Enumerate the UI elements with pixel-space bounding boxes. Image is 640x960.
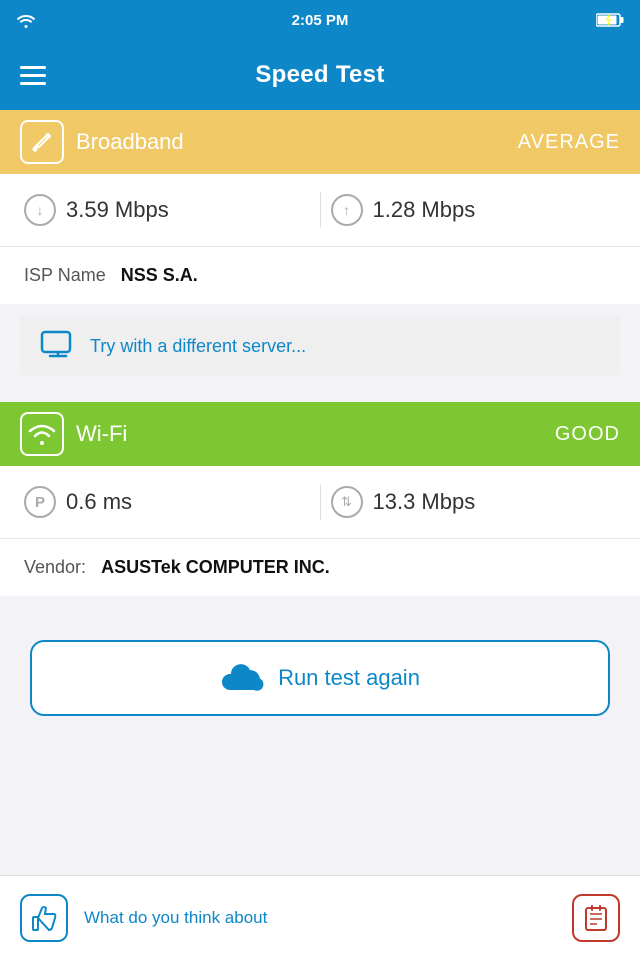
broadband-section-header: Broadband AVERAGE: [0, 110, 640, 174]
cloud-icon: [220, 662, 264, 694]
stat-separator: [320, 192, 321, 228]
page-title: Speed Test: [255, 61, 384, 89]
wifi-section-left: Wi-Fi: [20, 412, 127, 456]
broadband-badge: AVERAGE: [518, 131, 620, 154]
thumbs-up-button[interactable]: [20, 894, 68, 942]
feedback-text: What do you think about: [84, 908, 556, 928]
section-spacer-2: [0, 596, 640, 616]
status-right: [596, 13, 624, 27]
wifi-section-icon: [27, 421, 57, 447]
feedback-bar: What do you think about: [0, 875, 640, 960]
broadband-icon-box: [20, 120, 64, 164]
wifi-icon-box: [20, 412, 64, 456]
wifi-label: Wi-Fi: [76, 421, 127, 447]
notepad-icon: [582, 904, 610, 932]
thumbsup-icon: [30, 904, 58, 932]
vendor-label: Vendor:: [24, 557, 86, 577]
broadband-section-left: Broadband: [20, 120, 184, 164]
status-left: [16, 12, 36, 28]
broadband-isp-row: ISP Name NSS S.A.: [0, 246, 640, 304]
upload-icon: ↑: [331, 194, 363, 226]
isp-value: NSS S.A.: [121, 265, 198, 285]
status-time: 2:05 PM: [292, 12, 349, 29]
run-test-container: Run test again: [0, 616, 640, 740]
wifi-speed-value: 13.3 Mbps: [373, 489, 476, 515]
updown-icon: ⇅: [331, 486, 363, 518]
battery-icon: [596, 13, 624, 27]
broadband-stats-row: ↓ 3.59 Mbps ↑ 1.28 Mbps: [0, 174, 640, 246]
section-spacer-3: [0, 740, 640, 750]
broadband-icon: [29, 129, 55, 155]
monitor-icon: [40, 330, 76, 362]
wifi-ping-value: 0.6 ms: [66, 489, 132, 515]
broadband-upload-value: 1.28 Mbps: [373, 197, 476, 223]
vendor-value: ASUSTek COMPUTER INC.: [101, 557, 330, 577]
wifi-section-header: Wi-Fi GOOD: [0, 402, 640, 466]
wifi-icon: [16, 12, 36, 28]
app-header: Speed Test: [0, 40, 640, 110]
broadband-upload-stat: ↑ 1.28 Mbps: [331, 194, 617, 226]
broadband-download-stat: ↓ 3.59 Mbps: [24, 194, 310, 226]
hamburger-button[interactable]: [20, 66, 46, 85]
wifi-stat-separator: [320, 484, 321, 520]
run-test-label: Run test again: [278, 665, 420, 691]
wifi-badge: GOOD: [555, 423, 620, 446]
download-icon: ↓: [24, 194, 56, 226]
wifi-vendor-row: Vendor: ASUSTek COMPUTER INC.: [0, 538, 640, 596]
wifi-ping-stat: P 0.6 ms: [24, 486, 310, 518]
ping-icon: P: [24, 486, 56, 518]
wifi-stats-row: P 0.6 ms ⇅ 13.3 Mbps: [0, 466, 640, 538]
section-spacer: [0, 388, 640, 402]
isp-label: ISP Name: [24, 265, 106, 285]
broadband-download-value: 3.59 Mbps: [66, 197, 169, 223]
broadband-label: Broadband: [76, 129, 184, 155]
run-test-button[interactable]: Run test again: [30, 640, 610, 716]
different-server-text: Try with a different server...: [90, 336, 306, 357]
wifi-speed-stat: ⇅ 13.3 Mbps: [331, 486, 617, 518]
feedback-icon-right[interactable]: [572, 894, 620, 942]
different-server-button[interactable]: Try with a different server...: [20, 316, 620, 376]
status-bar: 2:05 PM: [0, 0, 640, 40]
